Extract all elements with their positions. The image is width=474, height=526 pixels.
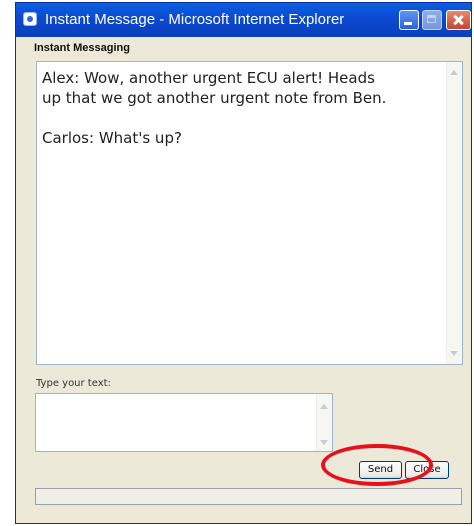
chat-log[interactable]: Alex: Wow, another urgent ECU alert! Hea…	[36, 61, 463, 365]
chat-message-line: Carlos: What's up?	[42, 129, 182, 147]
chat-scrollbar[interactable]	[446, 62, 462, 364]
minimize-icon[interactable]	[399, 10, 419, 30]
scroll-up-icon[interactable]	[450, 70, 458, 75]
close-button[interactable]: Close	[405, 461, 449, 479]
instant-message-window: Instant Message - Microsoft Internet Exp…	[15, 2, 472, 524]
scroll-up-icon[interactable]	[320, 404, 328, 409]
ie-app-icon[interactable]	[23, 12, 37, 26]
chat-message-line: up that we got another urgent note from …	[42, 89, 387, 107]
close-icon[interactable]	[446, 10, 471, 30]
chat-messages: Alex: Wow, another urgent ECU alert! Hea…	[42, 68, 437, 148]
title-bar[interactable]: Instant Message - Microsoft Internet Exp…	[16, 3, 471, 37]
window-title: Instant Message - Microsoft Internet Exp…	[45, 11, 345, 28]
chat-spacer	[42, 108, 437, 128]
chat-message-line: Alex: Wow, another urgent ECU alert! Hea…	[42, 69, 375, 87]
scroll-down-icon[interactable]	[450, 351, 458, 356]
maximize-icon	[422, 10, 442, 30]
send-button[interactable]: Send	[359, 461, 402, 479]
scroll-down-icon[interactable]	[320, 440, 328, 445]
compose-box	[35, 393, 333, 452]
compose-scrollbar[interactable]	[316, 394, 332, 451]
section-title: Instant Messaging	[34, 42, 130, 54]
compose-label: Type your text:	[36, 378, 111, 389]
status-bar	[35, 488, 462, 505]
message-input[interactable]	[36, 394, 317, 451]
